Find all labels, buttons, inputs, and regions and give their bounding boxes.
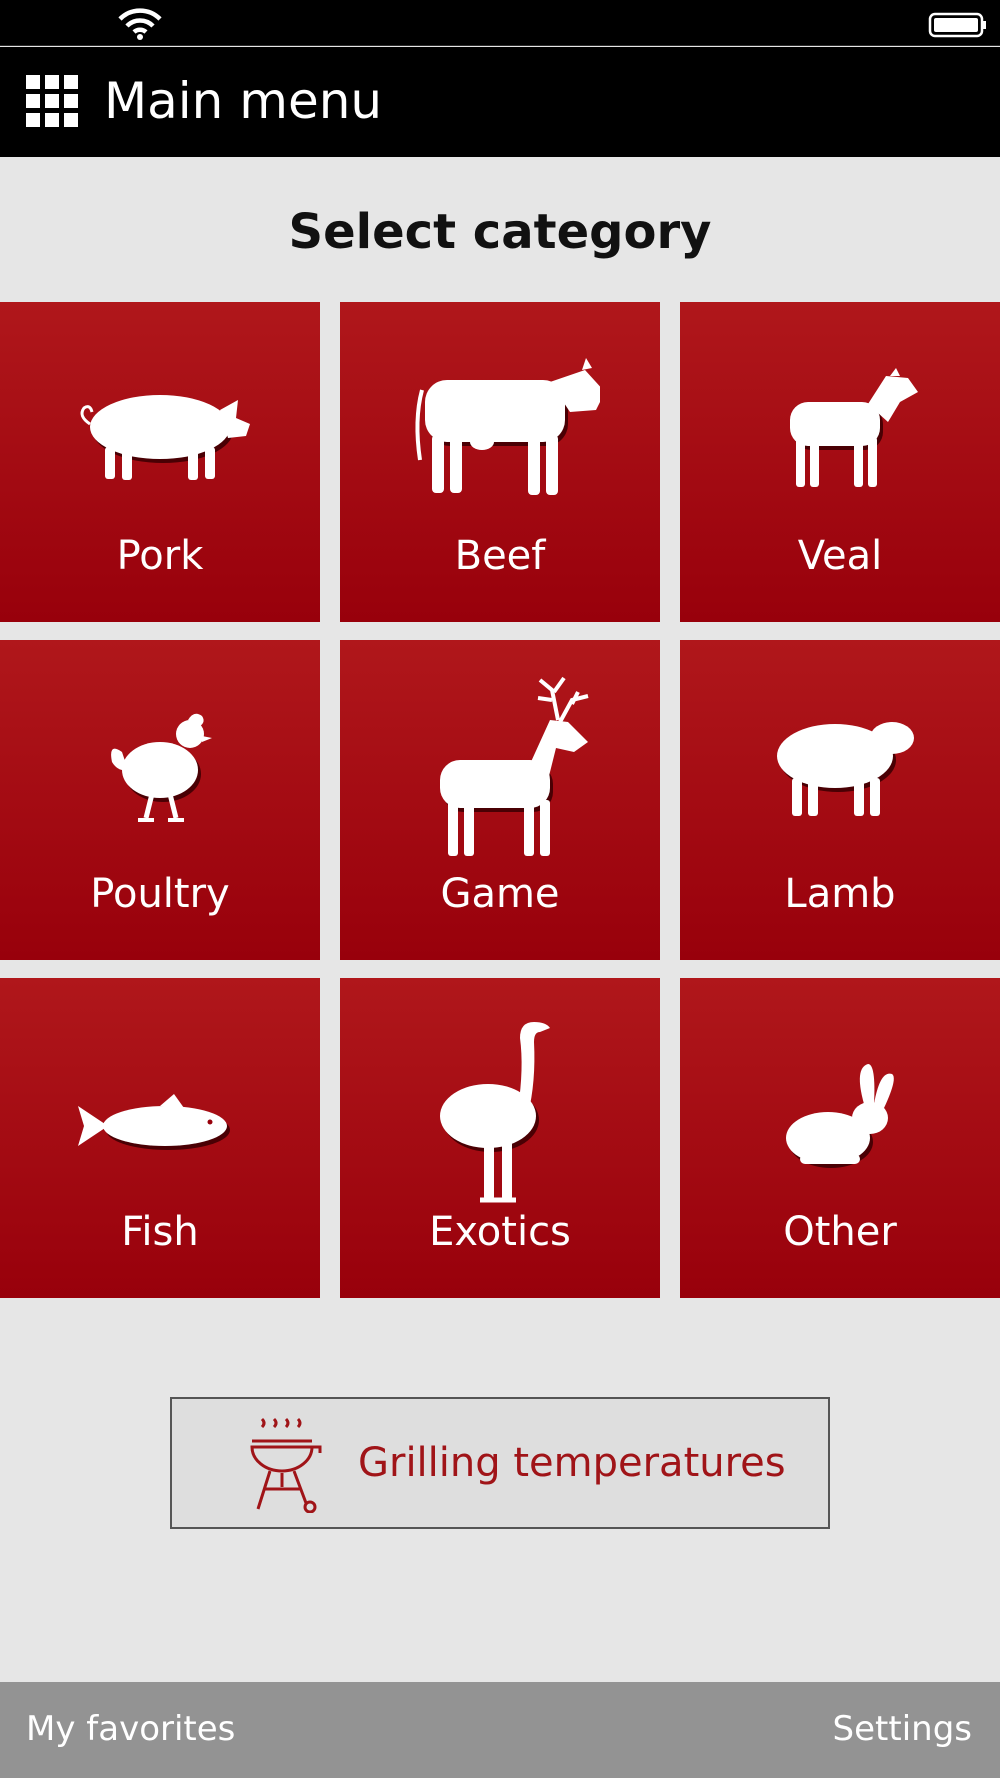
grill-icon <box>250 1417 322 1513</box>
category-tile-other[interactable]: Other <box>680 978 1000 1298</box>
category-label: Exotics <box>429 1209 571 1255</box>
sheep-icon <box>777 722 914 816</box>
ostrich-icon <box>440 1022 550 1203</box>
category-tile-pork[interactable]: Pork <box>0 302 320 622</box>
my-favorites-button[interactable]: My favorites <box>26 1704 235 1754</box>
category-label: Other <box>783 1209 897 1255</box>
fish-icon <box>78 1094 230 1150</box>
category-tile-veal[interactable]: Veal <box>680 302 1000 622</box>
category-tile-beef[interactable]: Beef <box>340 302 660 622</box>
battery-icon <box>928 12 986 38</box>
category-label: Beef <box>454 533 546 579</box>
section-heading: Select category <box>288 204 712 260</box>
status-bar <box>0 0 1000 46</box>
category-tile-lamb[interactable]: Lamb <box>680 640 1000 960</box>
cow-icon <box>415 358 600 495</box>
calf-icon <box>790 368 918 487</box>
pig-icon <box>80 395 250 480</box>
category-label: Lamb <box>784 871 896 917</box>
category-tile-exotics[interactable]: Exotics <box>340 978 660 1298</box>
wifi-icon <box>118 8 162 40</box>
rabbit-icon <box>786 1064 894 1168</box>
page-title: Main menu <box>104 72 383 130</box>
grid-menu-icon[interactable] <box>26 75 78 127</box>
chicken-icon <box>111 713 212 822</box>
category-label: Veal <box>797 533 883 579</box>
deer-icon <box>440 676 589 856</box>
grilling-temperatures-button[interactable]: Grilling temperatures <box>170 1397 830 1529</box>
category-label: Fish <box>121 1209 199 1255</box>
category-tile-fish[interactable]: Fish <box>0 978 320 1298</box>
category-label: Game <box>440 871 560 917</box>
category-label: Pork <box>116 533 204 579</box>
bottom-bar: My favorites Settings <box>0 1682 1000 1778</box>
app-bar: Main menu <box>0 47 1000 157</box>
category-tile-poultry[interactable]: Poultry <box>0 640 320 960</box>
category-label: Poultry <box>90 871 230 917</box>
grilling-temperatures-label: Grilling temperatures <box>358 1440 786 1486</box>
category-tile-game[interactable]: Game <box>340 640 660 960</box>
settings-button[interactable]: Settings <box>833 1704 972 1754</box>
